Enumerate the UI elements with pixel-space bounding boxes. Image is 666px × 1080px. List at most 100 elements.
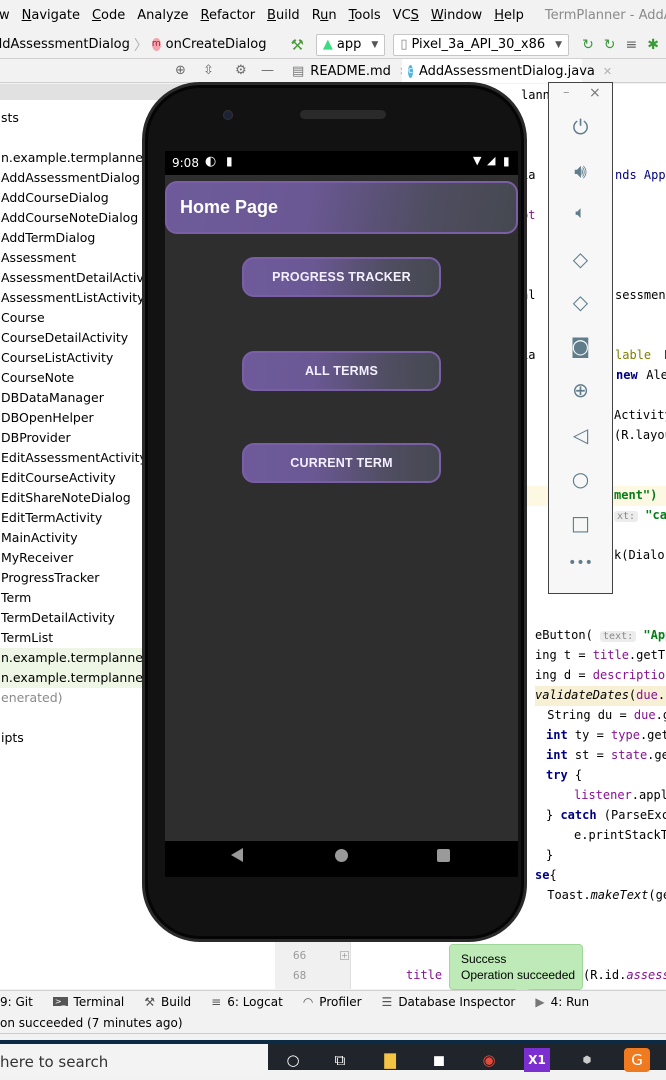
close-icon[interactable]: ✕ (603, 65, 612, 78)
screenshot-camera-icon[interactable]: ◙ (549, 334, 612, 358)
back-icon[interactable] (231, 848, 243, 862)
cortana-icon[interactable]: ○ (280, 1048, 306, 1072)
windows-taskbar: here to search ○ ⧉ ▇ ◼ ◉ X1 ⬢ G (0, 1040, 666, 1074)
cell-signal-icon: ◢ (487, 154, 496, 167)
project-tree-item-label: n.example.termplanner (1, 150, 149, 165)
gear-icon[interactable]: ⚙ (235, 63, 247, 78)
volume-down-icon[interactable]: 🔈︎ (549, 203, 612, 223)
volume-up-icon[interactable]: 🔊︎ (549, 159, 612, 183)
profiler-icon: ◠ (302, 994, 314, 1009)
rotate-left-icon[interactable]: ◇ (549, 247, 612, 271)
tab-add-assessment-dialog[interactable]: c AddAssessmentDialog.java ✕ (402, 59, 612, 83)
logcat-icon: ≡ (211, 994, 222, 1009)
minimize-button[interactable]: – (563, 85, 570, 100)
code-fragment: e.printStackT (574, 828, 666, 842)
close-button[interactable]: × (589, 85, 601, 101)
code-fragment: k(Dialo (614, 548, 665, 562)
menu-window[interactable]: Window (426, 8, 487, 23)
device-dropdown[interactable]: ▯ Pixel_3a_API_30_x86 ▼ (393, 33, 570, 56)
task-view-icon[interactable]: ⧉ (327, 1048, 353, 1072)
run-config-dropdown[interactable]: ▲ app ▼ (315, 33, 386, 56)
debug-bug-icon[interactable]: ✱ (647, 37, 659, 53)
code-fragment: assess (626, 968, 666, 982)
tab-readme[interactable]: ▤ README.md ✕ (286, 59, 414, 83)
menu-help[interactable]: Help (489, 8, 529, 23)
back-icon[interactable]: ◁ (549, 423, 612, 447)
success-notification-balloon[interactable]: Success Operation succeeded (449, 944, 583, 996)
overview-icon[interactable]: □ (549, 511, 612, 535)
cooler-master-icon[interactable]: ⬢ (574, 1048, 600, 1072)
home-icon[interactable]: ○ (549, 467, 612, 491)
menu-build[interactable]: Build (262, 8, 305, 23)
code-fragment: ing d = (535, 668, 593, 682)
tool-window-git[interactable]: 9: Git (0, 995, 33, 1009)
apply-code-changes-icon[interactable]: ↻ (604, 37, 616, 53)
code-fragment: ment") (614, 488, 658, 502)
menu-bar: w Navigate Code Analyze Refactor Build R… (0, 0, 666, 31)
menu-view[interactable]: w (0, 8, 15, 23)
tool-window-label: 6: Logcat (227, 994, 283, 1009)
terminal-icon: >_ (52, 997, 68, 1006)
tool-window-logcat[interactable]: ≡ 6: Logcat (211, 995, 283, 1009)
breadcrumb-method[interactable]: onCreateDialog (166, 37, 267, 52)
project-tree-item-label: AddAssessmentDialog (1, 170, 140, 185)
x1-app-icon[interactable]: X1 (524, 1048, 550, 1072)
current-term-button[interactable]: CURRENT TERM (242, 443, 441, 483)
tool-window-terminal[interactable]: >_ Terminal (52, 995, 124, 1009)
make-project-hammer-icon[interactable]: ⚒ (290, 36, 303, 54)
code-fragment: se (535, 868, 550, 882)
overview-icon[interactable] (437, 849, 450, 862)
file-explorer-icon[interactable]: ▇ (377, 1048, 403, 1072)
fold-expand-icon[interactable]: + (340, 951, 349, 960)
code-fragment: (R.layou (614, 428, 666, 442)
project-tree-item-label: DBProvider (1, 430, 71, 445)
menu-run[interactable]: Run (307, 8, 342, 23)
project-tree-item-label: EditTermActivity (1, 510, 103, 525)
project-tree-item-label: ipts (1, 730, 24, 745)
code-fragment: new (616, 368, 638, 382)
tool-window-run[interactable]: ▶ 4: Run (535, 995, 589, 1009)
hide-panel-icon[interactable]: — (261, 63, 274, 78)
android-status-bar: 9:08 ◐ ▮ ▼ ◢ ▮ (165, 151, 518, 175)
android-icon: ▲ (322, 37, 333, 52)
tool-window-build[interactable]: ⚒ Build (144, 995, 191, 1009)
more-icon[interactable]: ••• (549, 555, 612, 571)
code-fragment: title (406, 968, 443, 982)
zoom-icon[interactable]: ⊕ (549, 378, 612, 402)
apply-changes-restart-icon[interactable]: ↻ (582, 37, 594, 53)
tool-window-bar: 9: Git >_ Terminal ⚒ Build ≡ 6: Logcat ◠ Pro… (0, 990, 666, 1012)
project-tree-item-label: AddTermDialog (1, 230, 96, 245)
store-icon[interactable]: ◼ (426, 1048, 452, 1072)
wifi-icon: ▼ (473, 154, 482, 167)
code-fragment: eButton( (535, 628, 593, 642)
chrome-icon[interactable]: ◉ (476, 1048, 502, 1072)
power-icon[interactable]: ⏻ (549, 115, 612, 139)
locate-crosshair-icon[interactable]: ⊕ (175, 63, 186, 78)
sd-card-icon: ▮ (226, 154, 233, 168)
tool-window-profiler[interactable]: ◠ Profiler (303, 995, 362, 1009)
menu-analyze[interactable]: Analyze (132, 8, 193, 23)
menu-tools[interactable]: Tools (344, 8, 386, 23)
code-fragment: Bu (657, 348, 666, 362)
all-terms-button[interactable]: ALL TERMS (242, 351, 441, 391)
breadcrumb-class[interactable]: ddAssessmentDialog (0, 37, 130, 52)
progress-tracker-button[interactable]: PROGRESS TRACKER (242, 257, 441, 297)
rotate-right-icon[interactable]: ◇ (549, 290, 612, 314)
sync-icon[interactable]: ≡ (626, 37, 638, 53)
status-message[interactable]: on succeeded (7 minutes ago) (0, 1016, 183, 1030)
menu-navigate[interactable]: Navigate (17, 8, 85, 23)
menu-vcs[interactable]: VCS (388, 8, 424, 23)
project-tree-item-label: EditCourseActivity (1, 470, 116, 485)
app-orange-icon[interactable]: G (624, 1048, 650, 1072)
tool-window-database-inspector[interactable]: ☰ Database Inspector (382, 995, 516, 1009)
home-icon[interactable] (335, 849, 348, 862)
notification-title: Success (461, 952, 507, 966)
battery-icon: ▮ (503, 154, 510, 168)
device-icon: ▯ (400, 37, 408, 52)
code-fragment: .g (655, 708, 666, 722)
collapse-all-icon[interactable]: ⇳ (203, 63, 214, 78)
tool-window-label: 4: Run (550, 994, 590, 1009)
menu-refactor[interactable]: Refactor (196, 8, 261, 23)
menu-code[interactable]: Code (87, 8, 130, 23)
param-hint: xt: (614, 511, 639, 522)
